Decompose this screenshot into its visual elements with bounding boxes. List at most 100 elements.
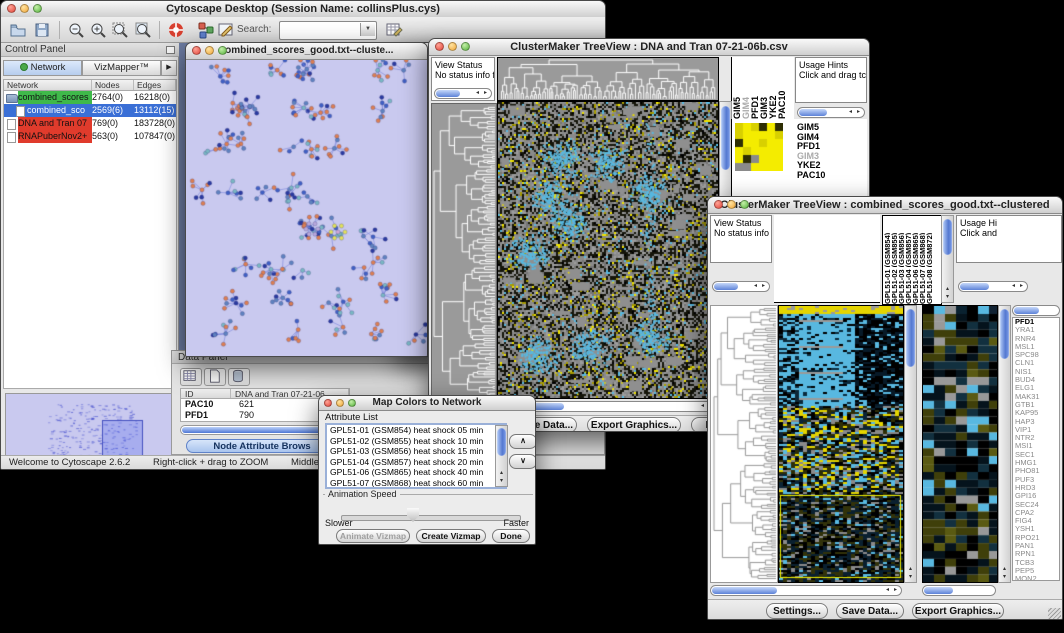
move-up-button[interactable]: ∧ — [509, 434, 536, 449]
column-label[interactable]: GPL51-04 (GSM857) — [904, 216, 911, 304]
status-scrollbar[interactable]: ◂ ▸ — [434, 88, 492, 99]
column-label[interactable]: GPL51-01 (GSM854) — [883, 216, 890, 304]
network-table-row[interactable]: combined_sco2569(6)13112(15) — [4, 104, 176, 117]
scrollbar-thumb[interactable] — [799, 109, 827, 116]
minimize-button[interactable] — [448, 42, 457, 51]
column-label[interactable]: PAC10 — [777, 57, 786, 119]
network-table-row[interactable]: DNA and Tran 07769(0)183728(0) — [4, 117, 176, 130]
export-graphics-button[interactable]: Export Graphics... — [912, 603, 1004, 619]
scroll-up-icon[interactable]: ▴ — [496, 469, 507, 477]
scroll-down-icon[interactable]: ▾ — [905, 573, 916, 581]
scrollbar-thumb[interactable] — [436, 90, 460, 97]
attribute-list-item[interactable]: GPL51-03 (GSM856) heat shock 15 min — [327, 446, 505, 457]
close-button[interactable] — [324, 399, 332, 407]
column-label[interactable]: GIM3 — [759, 57, 768, 119]
move-down-button[interactable]: ∨ — [509, 454, 536, 469]
scrollbar-thumb[interactable] — [906, 309, 915, 367]
heatmap-vscrollbar[interactable]: ▴ ▾ — [904, 305, 917, 583]
scrollbar-thumb[interactable] — [943, 219, 952, 255]
column-label[interactable]: PFD1 — [750, 57, 759, 119]
main-title-bar[interactable]: Cytoscape Desktop (Session Name: collins… — [1, 1, 605, 18]
usage-scrollbar[interactable]: ◂ ▸ — [958, 281, 1028, 292]
scrollbar-thumb[interactable] — [1000, 309, 1009, 359]
new-attribute-icon[interactable] — [204, 368, 226, 386]
help-lifesaver-icon[interactable] — [167, 21, 185, 39]
column-label[interactable]: GPL51-07 (GSM868) — [918, 216, 925, 304]
network-table-row[interactable]: combined_scores2764(0)16218(0) — [4, 91, 176, 104]
search-input[interactable]: ▼ — [279, 21, 377, 40]
treeview2-title-bar[interactable]: ClusterMaker TreeView : combined_scores_… — [708, 197, 1062, 214]
heatmap[interactable] — [778, 305, 904, 583]
scroll-right-icon[interactable]: ▸ — [1017, 282, 1026, 291]
scrollbar-thumb[interactable] — [712, 587, 777, 594]
similarity-matrix[interactable] — [735, 123, 783, 171]
attribute-list-item[interactable]: GPL51-04 (GSM857) heat shock 20 min — [327, 457, 505, 468]
vizmap-graph-icon[interactable] — [197, 21, 215, 39]
network-view-1[interactable] — [186, 60, 427, 357]
column-tree-area[interactable] — [774, 215, 880, 303]
scroll-up-icon[interactable]: ▴ — [905, 565, 916, 573]
network1-title-bar[interactable]: combined_scores_good.txt--cluste... — [186, 43, 427, 60]
search-dropdown-icon[interactable]: ▼ — [360, 23, 375, 36]
scrollbar-thumb[interactable] — [1014, 307, 1039, 314]
heatmap[interactable] — [497, 101, 719, 399]
zoom-button[interactable] — [740, 200, 749, 209]
scroll-right-icon[interactable]: ▸ — [854, 108, 863, 117]
column-label[interactable]: GIM4 — [741, 57, 750, 119]
column-label[interactable]: YKE2 — [768, 57, 777, 119]
tab-network[interactable]: Network — [3, 60, 82, 76]
scroll-right-icon[interactable]: ▸ — [891, 586, 900, 595]
create-vizmap-button[interactable]: Create Vizmap — [416, 529, 486, 543]
export-graphics-button[interactable]: Export Graphics... — [587, 417, 681, 432]
column-label[interactable]: GPL51-08 (GSM872) — [925, 216, 932, 304]
minimize-button[interactable] — [205, 46, 214, 55]
scrollbar-thumb[interactable] — [924, 587, 953, 594]
gene-list-hscrollbar[interactable] — [1012, 305, 1060, 316]
scrollbar-thumb[interactable] — [497, 428, 506, 456]
save-data-button[interactable]: Save Data... — [836, 603, 904, 619]
scroll-right-icon[interactable]: ▸ — [481, 89, 490, 98]
close-button[interactable] — [7, 4, 16, 13]
open-file-icon[interactable] — [9, 21, 27, 39]
scrollbar-thumb[interactable] — [960, 283, 989, 290]
zoom-button[interactable] — [348, 399, 356, 407]
tab-overflow-button[interactable]: ▶ — [161, 60, 177, 76]
done-button[interactable]: Done — [492, 529, 530, 543]
attribute-list-item[interactable]: GPL51-02 (GSM855) heat shock 10 min — [327, 436, 505, 447]
row-dendrogram[interactable] — [710, 305, 778, 583]
animation-speed-slider[interactable] — [341, 515, 521, 521]
scroll-up-icon[interactable]: ▴ — [999, 565, 1010, 573]
zoom-button[interactable] — [218, 46, 227, 55]
zoom-fit-icon[interactable] — [111, 21, 129, 39]
detail-vscrollbar[interactable]: ▴ ▾ — [998, 305, 1011, 583]
attribute-list-item[interactable]: GPL51-06 (GSM865) heat shock 40 min — [327, 467, 505, 478]
status-scrollbar[interactable]: ◂ ▸ — [712, 281, 770, 292]
detail-hscrollbar[interactable] — [922, 585, 996, 596]
scrollbar-thumb[interactable] — [714, 283, 738, 290]
scrollbar-thumb[interactable] — [721, 106, 730, 170]
scroll-up-icon[interactable]: ▴ — [942, 285, 953, 293]
close-button[interactable] — [192, 46, 201, 55]
zoom-out-icon[interactable] — [67, 21, 85, 39]
gene-label[interactable]: MON2 — [1015, 575, 1059, 581]
resize-grip[interactable] — [1048, 608, 1061, 620]
settings-button[interactable]: Settings... — [766, 603, 828, 619]
float-panel-icon[interactable] — [166, 46, 175, 54]
table-edit-icon[interactable] — [385, 21, 403, 39]
minimize-button[interactable] — [727, 200, 736, 209]
minimize-button[interactable] — [336, 399, 344, 407]
column-dendrogram[interactable] — [497, 57, 719, 101]
tab-vizmapper[interactable]: VizMapper™ — [82, 60, 161, 76]
annotation-icon[interactable] — [217, 21, 235, 39]
scroll-right-icon[interactable]: ▸ — [759, 282, 768, 291]
scroll-down-icon[interactable]: ▾ — [496, 477, 507, 485]
attribute-list-item[interactable]: GPL51-01 (GSM854) heat shock 05 min — [327, 425, 505, 436]
column-label[interactable]: GPL51-03 (GSM856) — [897, 216, 904, 304]
scroll-down-icon[interactable]: ▾ — [942, 293, 953, 301]
attribute-select-icon[interactable] — [180, 368, 202, 386]
delete-attribute-icon[interactable] — [228, 368, 250, 386]
zoom-selected-icon[interactable] — [134, 21, 152, 39]
zoomed-heatmap[interactable] — [922, 305, 998, 583]
close-button[interactable] — [714, 200, 723, 209]
column-label[interactable]: GPL51-02 (GSM855) — [890, 216, 897, 304]
